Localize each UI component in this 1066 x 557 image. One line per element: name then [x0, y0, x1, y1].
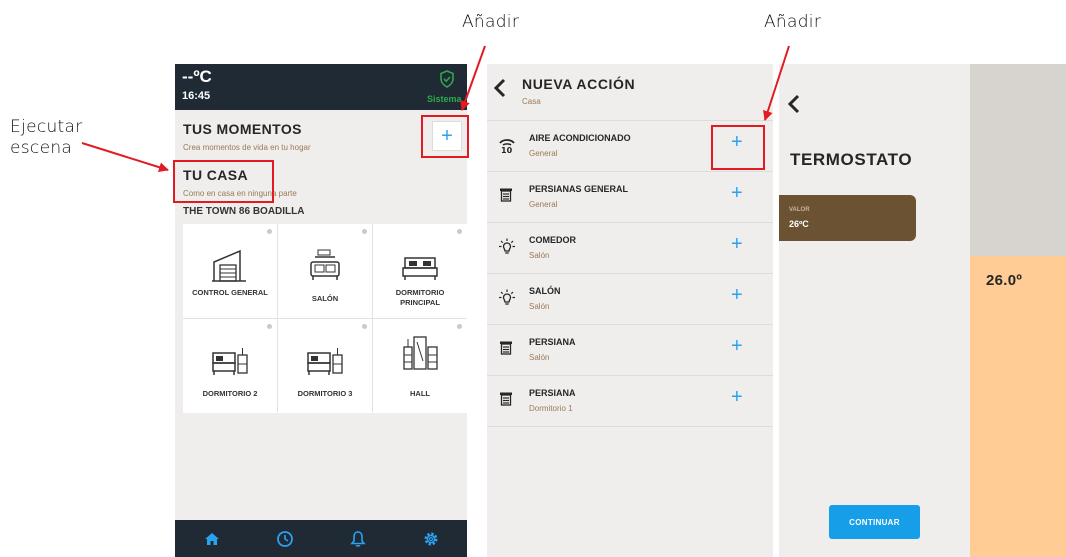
temperature-readout: --ºC — [182, 67, 212, 86]
system-status-label: Sistema — [427, 94, 462, 104]
moments-title: TUS MOMENTOS — [183, 121, 302, 137]
panel-subtitle: Casa — [522, 97, 541, 106]
room-status-dot — [267, 324, 272, 329]
action-room: General — [529, 200, 558, 209]
blind-icon — [498, 391, 514, 412]
bell-icon[interactable] — [346, 527, 370, 551]
action-room: Salón — [529, 353, 550, 362]
room-status-dot — [457, 324, 462, 329]
panel-title: NUEVA ACCIÓN — [522, 76, 636, 92]
action-room: General — [529, 149, 558, 158]
action-name: COMEDOR — [529, 235, 576, 245]
annotation-add-right: Añadir — [764, 12, 822, 32]
home-icon[interactable] — [200, 527, 224, 551]
room-tile-control-general[interactable]: CONTROL GENERAL — [183, 224, 277, 318]
add-action-button[interactable]: + — [731, 284, 743, 307]
blind-icon — [498, 340, 514, 361]
value-label: VALOR — [789, 207, 810, 213]
blind-icon — [498, 187, 514, 208]
room-label: DORMITORIO 2 — [202, 389, 258, 398]
room-tile-dormitorio-2[interactable]: DORMITORIO 2 — [183, 319, 277, 413]
action-room: Dormitorio 1 — [529, 404, 573, 413]
rooms-grid: CONTROL GENERAL SALÓN DORMITORIO PRINCIP… — [183, 224, 467, 413]
room-label: HALL — [410, 389, 430, 398]
svg-text:10: 10 — [501, 146, 513, 154]
action-room: Salón — [529, 251, 550, 260]
action-row-persiana-salon[interactable]: PERSIANA Salón + — [487, 325, 773, 376]
action-name: AIRE ACONDICIONADO — [529, 133, 631, 143]
location-name: THE TOWN 86 BOADILLA — [183, 206, 305, 217]
continue-button[interactable]: CONTINUAR — [829, 505, 920, 539]
room-tile-salon[interactable]: SALÓN — [278, 224, 372, 318]
sofa-icon — [310, 249, 340, 280]
air-conditioner-icon: 10 — [498, 136, 516, 159]
value-readout: 26ºC — [789, 219, 809, 229]
shield-check-icon — [439, 70, 455, 93]
bottom-nav — [175, 520, 467, 557]
thermostat-slider-track[interactable] — [970, 64, 1066, 256]
highlight-add-moment — [421, 115, 469, 158]
room-status-dot — [362, 324, 367, 329]
action-name: SALÓN — [529, 286, 561, 296]
back-chevron-icon[interactable] — [787, 94, 801, 119]
gear-icon[interactable] — [419, 527, 443, 551]
wardrobe-icon — [403, 336, 438, 370]
thermostat-title: TERMOSTATO — [790, 150, 913, 169]
thermostat-panel: TERMOSTATO VALOR 26ºC CONTINUAR — [779, 64, 970, 557]
bed-nightstand-icon — [212, 348, 248, 375]
bed-icon — [402, 257, 438, 280]
action-row-comedor[interactable]: COMEDOR Salón + — [487, 223, 773, 274]
add-action-button[interactable]: + — [731, 233, 743, 256]
action-room: Salón — [529, 302, 550, 311]
action-name: PERSIANA — [529, 388, 576, 398]
light-bulb-icon — [498, 238, 516, 261]
arrow-to-tu-casa — [81, 142, 169, 173]
light-bulb-icon — [498, 289, 516, 312]
clock-icon[interactable] — [273, 527, 297, 551]
status-header: --ºC 16:45 Sistema — [175, 64, 467, 110]
annotation-add-left: Añadir — [462, 12, 520, 32]
room-tile-hall[interactable]: HALL — [373, 319, 467, 413]
add-action-button[interactable]: + — [731, 386, 743, 409]
thermostat-slider-value: 26.0º — [986, 272, 1023, 289]
action-row-salon[interactable]: SALÓN Salón + — [487, 274, 773, 325]
value-card[interactable]: VALOR 26ºC — [779, 195, 916, 241]
add-action-button[interactable]: + — [731, 335, 743, 358]
room-status-dot — [457, 229, 462, 234]
add-action-button[interactable]: + — [731, 182, 743, 205]
action-row-persiana-dormitorio[interactable]: PERSIANA Dormitorio 1 + — [487, 376, 773, 427]
moments-subtitle: Crea momentos de vida en tu hogar — [183, 143, 311, 152]
room-status-dot — [362, 229, 367, 234]
room-status-dot — [267, 229, 272, 234]
room-label: DORMITORIO 3 — [297, 389, 353, 398]
room-label: DORMITORIO PRINCIPAL — [395, 288, 445, 307]
highlight-tu-casa — [173, 160, 274, 203]
action-name: PERSIANA — [529, 337, 576, 347]
room-label: CONTROL GENERAL — [192, 288, 268, 297]
highlight-add-action — [711, 125, 765, 170]
bed-nightstand-icon — [307, 348, 343, 375]
room-tile-dormitorio-3[interactable]: DORMITORIO 3 — [278, 319, 372, 413]
annotation-execute-scene: Ejecutar escena — [10, 117, 83, 158]
room-label: SALÓN — [311, 294, 339, 303]
action-row-persianas-general[interactable]: PERSIANAS GENERAL General + — [487, 172, 773, 223]
thermostat-slider-fill[interactable] — [970, 256, 1066, 557]
garage-icon — [212, 249, 246, 282]
action-name: PERSIANAS GENERAL — [529, 184, 629, 194]
time-readout: 16:45 — [182, 90, 211, 102]
back-chevron-icon[interactable] — [493, 78, 507, 103]
room-tile-dormitorio-principal[interactable]: DORMITORIO PRINCIPAL — [373, 224, 467, 318]
